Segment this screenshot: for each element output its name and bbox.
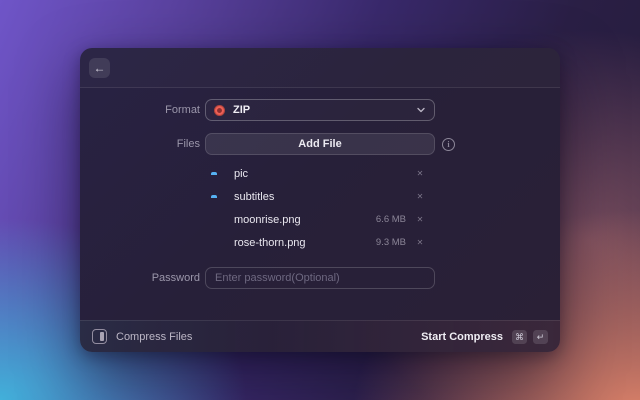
file-row: rose-thorn.png 9.3 MB ✕: [211, 231, 425, 254]
add-file-button[interactable]: Add File: [205, 133, 435, 155]
back-button[interactable]: ←: [89, 58, 110, 78]
file-name: pic: [234, 168, 406, 180]
file-name: rose-thorn.png: [234, 237, 376, 249]
file-name: moonrise.png: [234, 214, 376, 226]
compress-app-icon: [92, 329, 107, 344]
format-row: Format ZIP: [80, 99, 560, 121]
remove-file-button[interactable]: ✕: [415, 238, 425, 248]
format-dropdown[interactable]: ZIP: [205, 99, 435, 121]
start-compress-button[interactable]: Start Compress ⌘ ↵: [421, 330, 548, 344]
footer-app-name: Compress Files: [116, 331, 192, 343]
chevron-down-icon: [416, 105, 426, 115]
files-label: Files: [80, 138, 200, 150]
password-input[interactable]: [205, 267, 435, 289]
command-key-icon: ⌘: [512, 330, 527, 344]
password-row: Password: [80, 267, 560, 289]
remove-file-button[interactable]: ✕: [415, 192, 425, 202]
start-compress-label: Start Compress: [421, 331, 503, 343]
remove-file-button[interactable]: ✕: [415, 215, 425, 225]
file-size: 9.3 MB: [376, 237, 406, 248]
zip-format-icon: [214, 105, 225, 116]
file-row: subtitles ✕: [211, 185, 425, 208]
compress-files-window: ← Format ZIP Files Add File i pic ✕: [80, 48, 560, 352]
window-footer: Compress Files Start Compress ⌘ ↵: [80, 320, 560, 352]
file-name: subtitles: [234, 191, 406, 203]
format-dropdown-value: ZIP: [233, 104, 416, 116]
format-label: Format: [80, 104, 200, 116]
file-row: pic ✕: [211, 162, 425, 185]
info-icon[interactable]: i: [442, 138, 455, 151]
files-row: Files Add File: [80, 133, 560, 155]
window-header: ←: [80, 48, 560, 88]
file-row: moonrise.png 6.6 MB ✕: [211, 208, 425, 231]
return-key-icon: ↵: [533, 330, 548, 344]
password-label: Password: [80, 272, 200, 284]
file-size: 6.6 MB: [376, 214, 406, 225]
footer-app: Compress Files: [92, 329, 421, 344]
remove-file-button[interactable]: ✕: [415, 169, 425, 179]
file-list: pic ✕ subtitles ✕ moonrise.png 6.6 MB ✕ …: [211, 162, 425, 254]
